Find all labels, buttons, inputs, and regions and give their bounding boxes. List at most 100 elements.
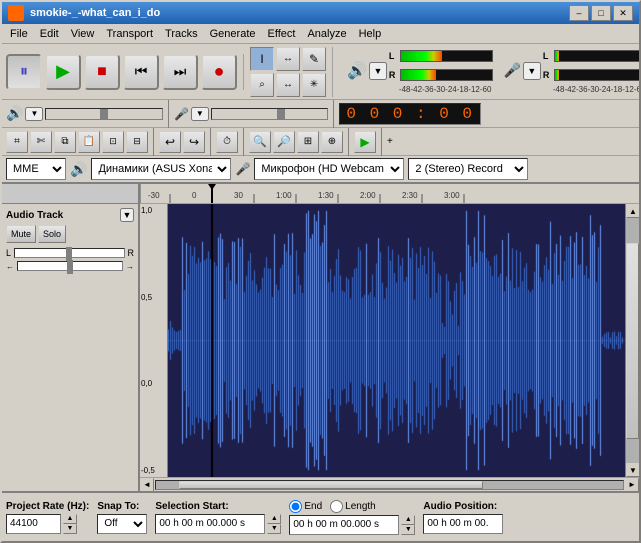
- start-spinners: ▲ ▼: [267, 514, 281, 534]
- record-button[interactable]: ●: [201, 54, 237, 90]
- cursor-tool[interactable]: I: [250, 47, 274, 71]
- sep-9: [381, 128, 382, 156]
- start-up-btn[interactable]: ▲: [267, 514, 281, 524]
- pan-slider[interactable]: [17, 261, 123, 271]
- menu-analyze[interactable]: Analyze: [301, 24, 352, 43]
- skip-fwd-button[interactable]: ⏭: [162, 54, 198, 90]
- channel-select[interactable]: 2 (Stereo) Record: [408, 158, 528, 180]
- menu-file[interactable]: File: [4, 24, 34, 43]
- end-input[interactable]: [289, 515, 399, 535]
- zoom-fit-icon: ⊞: [304, 136, 312, 147]
- h-scroll-thumb[interactable]: [179, 481, 483, 489]
- undo-icon: ↩: [165, 135, 175, 149]
- envelope-tool[interactable]: ↔: [276, 47, 300, 71]
- scroll-left-btn[interactable]: ◄: [140, 478, 154, 492]
- menu-view[interactable]: View: [65, 24, 101, 43]
- svg-text:2:00: 2:00: [360, 191, 376, 200]
- zoom-in-btn[interactable]: 🔍: [249, 131, 271, 153]
- sep-7: [243, 128, 244, 156]
- skip-fwd-icon: ⏭: [174, 63, 187, 80]
- maximize-button[interactable]: □: [591, 5, 611, 21]
- track-ruler-spacer: [2, 184, 138, 204]
- paste-btn[interactable]: 📋: [78, 131, 100, 153]
- gain-label: L: [6, 248, 11, 258]
- zoom-fit-btn[interactable]: ⊞: [297, 131, 319, 153]
- multi-tool[interactable]: ✳: [302, 73, 326, 97]
- skip-back-button[interactable]: ⏮: [123, 54, 159, 90]
- input-scale: -48-42-36 -30-24-18 -12-60: [543, 85, 641, 94]
- track-menu-btn[interactable]: ▼: [120, 208, 134, 222]
- redo-icon: ↪: [189, 135, 199, 149]
- end-spinners: ▲ ▼: [401, 515, 415, 535]
- volume-dropdown[interactable]: ▼: [25, 107, 43, 121]
- play-cut-btn[interactable]: ▶: [354, 131, 376, 153]
- time-value: 0 0 0 : 0 0: [346, 105, 474, 123]
- input-dropdown[interactable]: ▼: [191, 107, 209, 121]
- input-meter-dropdown[interactable]: ▼: [523, 62, 541, 80]
- scroll-up-btn[interactable]: ▲: [626, 204, 639, 218]
- end-up-btn[interactable]: ▲: [401, 515, 415, 525]
- menu-transport[interactable]: Transport: [100, 24, 159, 43]
- minimize-button[interactable]: –: [569, 5, 589, 21]
- sync-btn[interactable]: ⏱: [216, 131, 238, 153]
- start-down-btn[interactable]: ▼: [267, 524, 281, 534]
- snap-select[interactable]: Off: [97, 514, 147, 534]
- menu-effect[interactable]: Effect: [262, 24, 302, 43]
- silence-btn[interactable]: ⊟: [126, 131, 148, 153]
- end-down-btn[interactable]: ▼: [401, 525, 415, 535]
- rate-down-btn[interactable]: ▼: [63, 524, 77, 534]
- input-meters: L R -48-42-36 -30-24-18 -1: [543, 47, 641, 94]
- tools-row-1: I ↔ ✎: [250, 47, 326, 71]
- waveform-canvas: [168, 204, 625, 477]
- copy-btn[interactable]: ⧉: [54, 131, 76, 153]
- volume-slider[interactable]: [45, 108, 163, 120]
- sep-5: [153, 128, 154, 156]
- v-scrollbar[interactable]: ▲ ▼: [625, 204, 639, 477]
- main-toolbar: ⏸ ▶ ■ ⏮ ⏭ ● I: [2, 44, 639, 100]
- solo-btn[interactable]: Solo: [38, 225, 66, 243]
- end-radio[interactable]: [289, 500, 302, 513]
- input-device-select[interactable]: Микрофон (HD Webcam (audi: [254, 158, 404, 180]
- scroll-right-btn[interactable]: ►: [625, 478, 639, 492]
- trim-btn[interactable]: ⊡: [102, 131, 124, 153]
- position-input[interactable]: [423, 514, 503, 534]
- zoom-tool[interactable]: ⌕: [250, 73, 274, 97]
- rate-up-btn[interactable]: ▲: [63, 514, 77, 524]
- start-input[interactable]: [155, 514, 265, 534]
- input-volume-slider[interactable]: [211, 108, 329, 120]
- play-button[interactable]: ▶: [45, 54, 81, 90]
- close-button[interactable]: ✕: [613, 5, 633, 21]
- speaker-icon-2: 🔊: [6, 105, 23, 122]
- copy-icon: ⧉: [61, 136, 68, 147]
- gain-slider[interactable]: [14, 248, 124, 258]
- redo-btn[interactable]: ↪: [183, 131, 205, 153]
- rate-input[interactable]: [6, 514, 61, 534]
- output-device-select[interactable]: Динамики (ASUS Xonar DGX A: [91, 158, 231, 180]
- cut-btn[interactable]: ✄: [30, 131, 52, 153]
- app-icon: [8, 5, 24, 21]
- mute-btn[interactable]: Mute: [6, 225, 36, 243]
- scroll-down-btn[interactable]: ▼: [626, 463, 639, 477]
- edit-toolbar: 🔊 ▼ 🎤 ▼ 0 0 0 : 0 0: [2, 100, 639, 128]
- start-label: Selection Start:: [155, 501, 281, 512]
- v-scroll-thumb[interactable]: [626, 243, 639, 439]
- snap-group: Snap To: Off: [97, 501, 147, 534]
- menu-generate[interactable]: Generate: [204, 24, 262, 43]
- host-select[interactable]: MME: [6, 158, 66, 180]
- paste-icon: 📋: [83, 136, 95, 147]
- output-meter-dropdown[interactable]: ▼: [369, 62, 387, 80]
- zoom-out-btn[interactable]: 🔎: [273, 131, 295, 153]
- v-scroll-track: [626, 218, 639, 463]
- menu-help[interactable]: Help: [353, 24, 388, 43]
- zoom-sel-btn[interactable]: ⊕: [321, 131, 343, 153]
- speaker-icon-3: 🔊: [70, 161, 87, 178]
- undo-btn[interactable]: ↩: [159, 131, 181, 153]
- timeshift-tool[interactable]: ↔: [276, 73, 300, 97]
- select-all-btn[interactable]: ⌗: [6, 131, 28, 153]
- pencil-tool[interactable]: ✎: [302, 47, 326, 71]
- pause-button[interactable]: ⏸: [6, 54, 42, 90]
- stop-button[interactable]: ■: [84, 54, 120, 90]
- menu-tracks[interactable]: Tracks: [159, 24, 204, 43]
- length-radio[interactable]: [330, 500, 343, 513]
- menu-edit[interactable]: Edit: [34, 24, 65, 43]
